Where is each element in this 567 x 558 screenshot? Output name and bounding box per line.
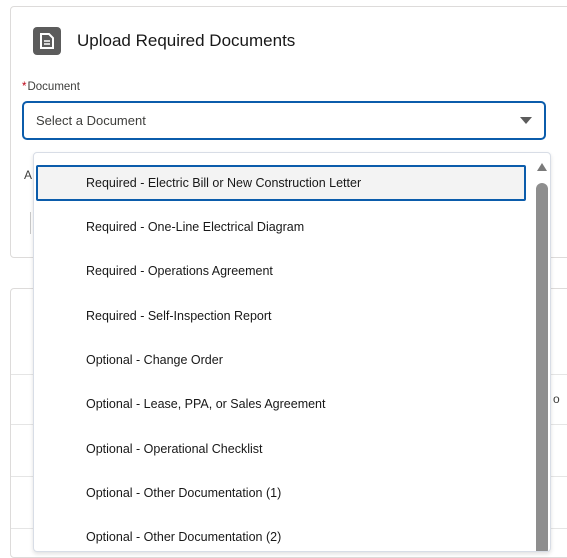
partial-label-fragment: A <box>24 168 33 182</box>
document-select-value: Select a Document <box>36 113 146 128</box>
required-indicator: * <box>22 81 27 93</box>
document-icon <box>33 27 61 55</box>
card-title: Upload Required Documents <box>77 31 296 50</box>
dropdown-option[interactable]: Required - One-Line Electrical Diagram <box>36 209 526 245</box>
dropdown-option[interactable]: Required - Self-Inspection Report <box>36 298 526 334</box>
dropdown-option[interactable]: Optional - Operational Checklist <box>36 431 526 467</box>
dropdown-option[interactable]: Optional - Other Documentation (2) <box>36 519 526 551</box>
partial-column-fragment: o <box>553 392 560 406</box>
card-header: Upload Required Documents <box>33 27 295 55</box>
dropdown-option[interactable]: Optional - Other Documentation (1) <box>36 475 526 511</box>
chevron-down-icon[interactable] <box>520 117 532 124</box>
dropdown-option[interactable]: Required - Operations Agreement <box>36 253 526 289</box>
dropdown-option[interactable]: Required - Electric Bill or New Construc… <box>36 165 526 201</box>
dropdown-option[interactable]: Optional - Change Order <box>36 342 526 378</box>
document-select[interactable]: Select a Document <box>22 101 546 140</box>
dropdown-option[interactable]: Optional - Lease, PPA, or Sales Agreemen… <box>36 386 526 422</box>
scroll-up-arrow-icon[interactable] <box>537 163 547 171</box>
document-dropdown-list[interactable]: Required - Electric Bill or New Construc… <box>33 152 551 552</box>
partial-field-edge <box>30 212 31 234</box>
document-field-label: *Document <box>22 81 80 93</box>
document-label-text: Document <box>27 81 80 93</box>
scrollbar-thumb[interactable] <box>536 183 548 551</box>
